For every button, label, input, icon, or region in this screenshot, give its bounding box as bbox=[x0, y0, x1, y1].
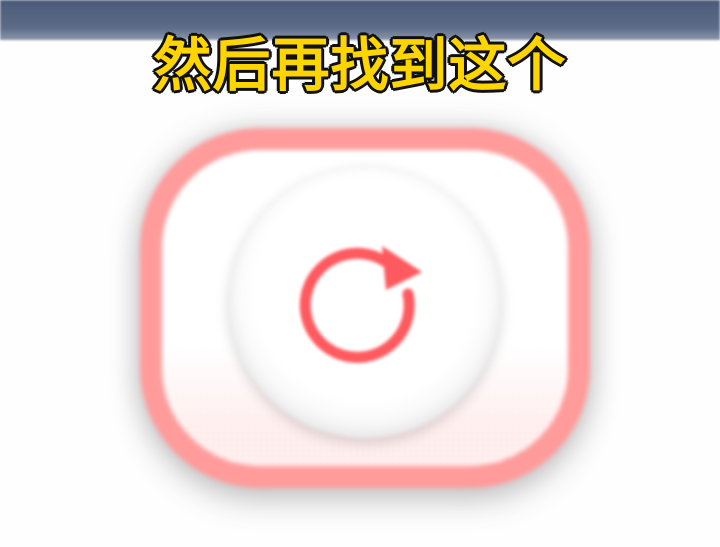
screenshot-stage: 然后再找到这个 bbox=[0, 0, 720, 547]
tutorial-caption: 然后再找到这个 bbox=[152, 30, 567, 101]
refresh-icon bbox=[299, 246, 422, 363]
